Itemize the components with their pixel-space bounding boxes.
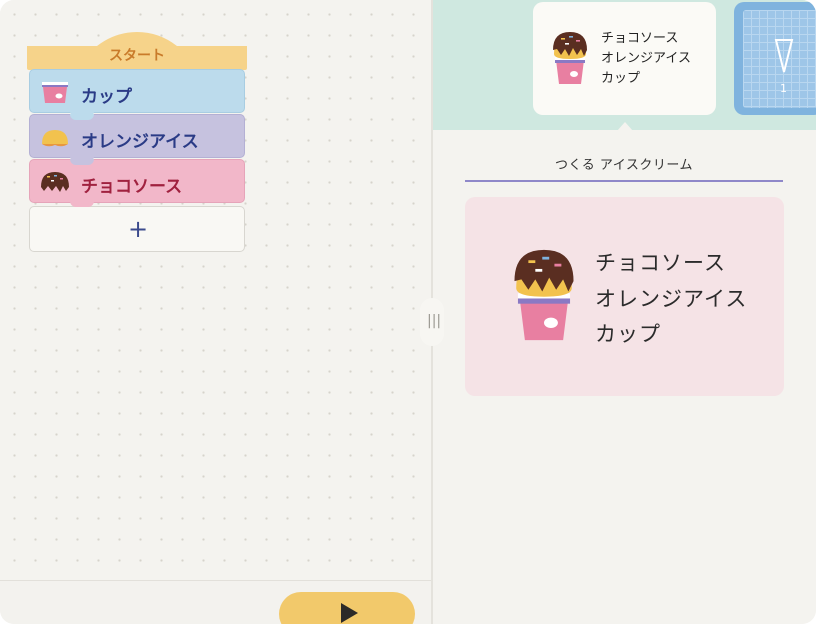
result-text: チョコソース オレンジアイス カップ [595, 246, 747, 353]
recipe-card-text: チョコソース オレンジアイス カップ [601, 29, 691, 89]
block-label: オレンジアイス [81, 132, 199, 152]
recipe-card-selected[interactable]: チョコソース オレンジアイス カップ [533, 2, 716, 115]
heading-divider [465, 180, 783, 182]
plus-icon: + [127, 215, 149, 243]
result-heading: つくる アイスクリーム [555, 158, 693, 173]
block-orange-ice[interactable]: オレンジアイス [29, 114, 245, 162]
preview-panel: チョコソース オレンジアイス カップ 1 つくる アイスクリーム チョコソース … [433, 0, 816, 624]
block-label: チョコソース [81, 177, 183, 197]
recipe-cards-strip[interactable]: チョコソース オレンジアイス カップ 1 [433, 0, 816, 131]
app-frame: スタート カップ オレンジアイス チョコソース + チョコソース オレンジアイス… [0, 0, 816, 624]
start-block[interactable]: スタート [27, 32, 247, 70]
chocolate-sauce-icon [40, 169, 70, 199]
recipe-line: チョコソース [601, 31, 679, 46]
run-button[interactable] [279, 592, 415, 624]
result-card: チョコソース オレンジアイス カップ [465, 197, 784, 396]
grip-icon: ||| [427, 313, 442, 329]
cup-icon [40, 79, 70, 109]
block-cup[interactable]: カップ [29, 69, 245, 117]
block-chocolate-sauce[interactable]: チョコソース [29, 159, 245, 207]
recipe-card-cone[interactable]: 1 [734, 2, 816, 115]
block-workspace[interactable]: スタート カップ オレンジアイス チョコソース + [0, 0, 431, 580]
start-label: スタート [109, 48, 165, 64]
result-line: チョコソース [595, 251, 726, 275]
recipe-line: オレンジアイス [601, 51, 691, 66]
orange-ice-icon [40, 124, 70, 154]
panel-resize-handle[interactable]: ||| [420, 298, 444, 346]
ice-cream-cup-icon [511, 245, 577, 349]
selection-pointer [617, 122, 633, 131]
result-line: オレンジアイス [595, 286, 748, 311]
cone-icon [774, 39, 794, 73]
cone-card-number: 1 [780, 82, 787, 95]
recipe-line: カップ [601, 71, 641, 86]
result-line: カップ [595, 322, 661, 346]
add-block-button[interactable]: + [29, 206, 245, 252]
block-label: カップ [81, 87, 132, 107]
ice-cream-cup-icon [551, 30, 589, 90]
play-icon [341, 603, 358, 623]
